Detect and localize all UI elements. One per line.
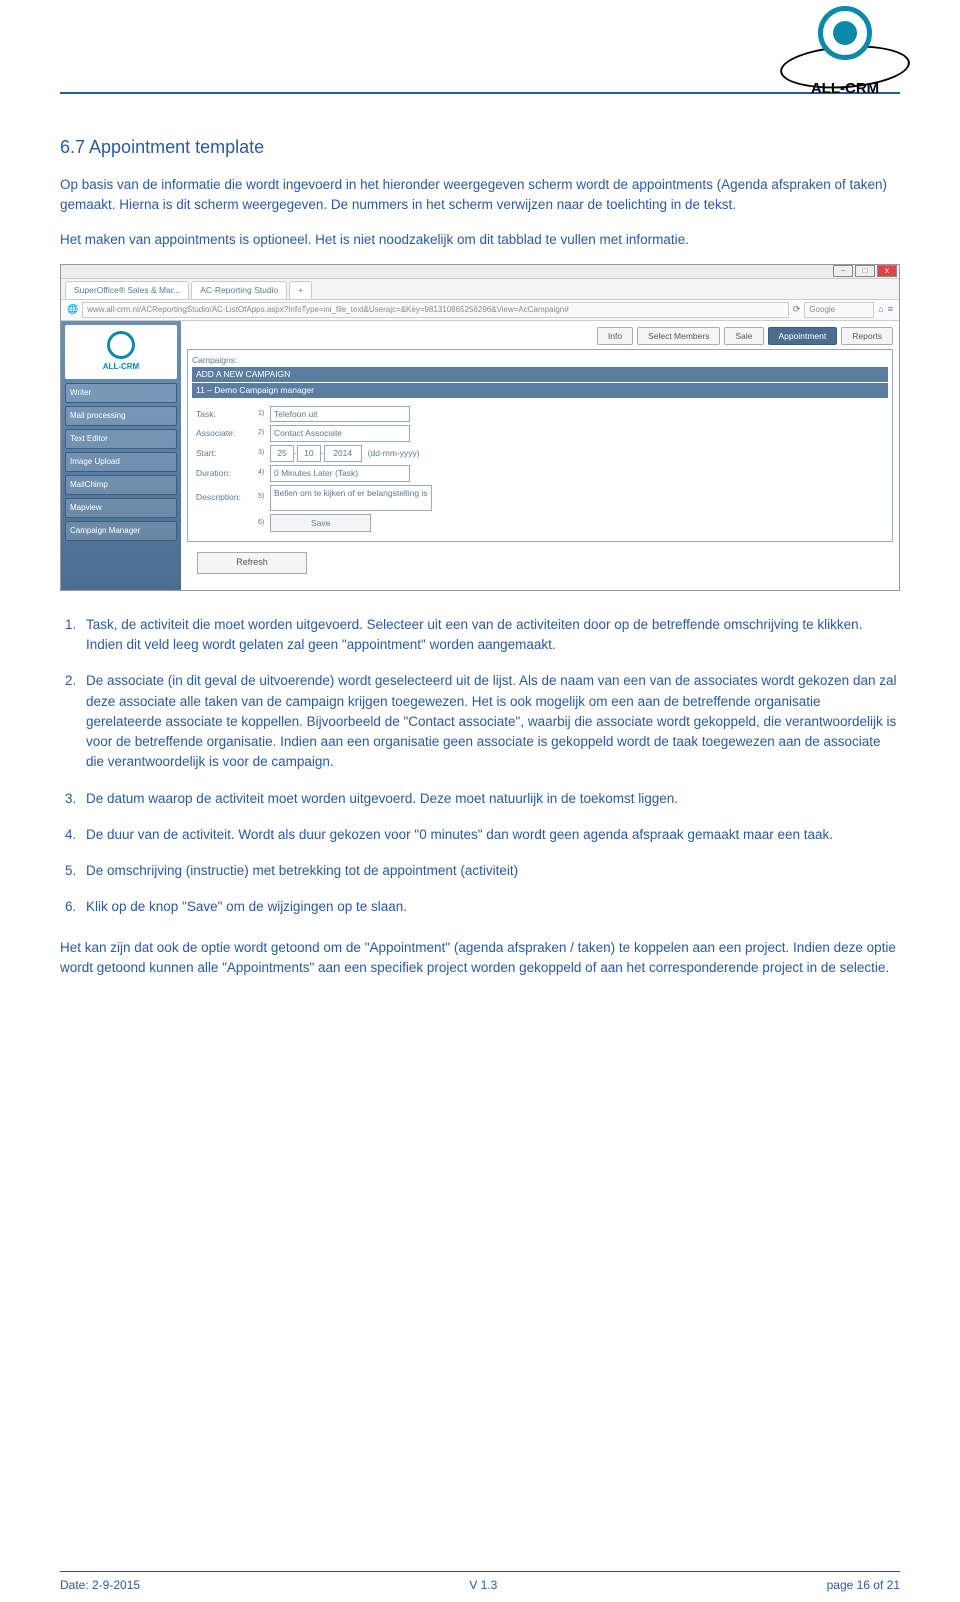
- refresh-button[interactable]: Refresh: [197, 552, 307, 574]
- tab-sale[interactable]: Sale: [724, 327, 763, 346]
- sidebar-logo: ALL-CRM: [65, 325, 177, 379]
- campaign-row[interactable]: 11 – Demo Campaign manager: [192, 383, 888, 398]
- sidebar-item-writer[interactable]: Writer: [65, 383, 177, 403]
- intro-paragraph-1: Op basis van de informatie die wordt ing…: [60, 175, 900, 216]
- footer-date: Date: 2-9-2015: [60, 1576, 140, 1594]
- list-item: Task, de activiteit die moet worden uitg…: [80, 615, 900, 656]
- list-item: De duur van de activiteit. Wordt als duu…: [80, 825, 900, 845]
- globe-icon: 🌐: [67, 303, 78, 317]
- task-label: Task:: [196, 408, 258, 421]
- description-label: Description:: [196, 491, 258, 504]
- list-item: Klik op de knop "Save" om de wijzigingen…: [80, 897, 900, 917]
- sidebar-item-mailchimp[interactable]: MailChimp: [65, 475, 177, 495]
- logo-icon: [818, 6, 872, 60]
- associate-select[interactable]: Contact Associate: [270, 425, 410, 442]
- browser-tab-1[interactable]: SuperOffice® Sales & Mar...: [65, 281, 189, 299]
- close-icon[interactable]: x: [877, 265, 897, 277]
- home-icon[interactable]: ⌂: [878, 303, 883, 317]
- intro-paragraph-2: Het maken van appointments is optioneel.…: [60, 230, 900, 250]
- minimize-icon[interactable]: –: [833, 265, 853, 277]
- start-year[interactable]: 2014: [324, 445, 362, 462]
- sidebar-item-text[interactable]: Text Editor: [65, 429, 177, 449]
- page-title: 6.7 Appointment template: [60, 134, 900, 161]
- list-item: De associate (in dit geval de uitvoerend…: [80, 671, 900, 772]
- list-item: De datum waarop de activiteit moet worde…: [80, 789, 900, 809]
- brand-name: ALL-CRM: [770, 78, 920, 101]
- page-footer: Date: 2-9-2015 V 1.3 page 16 of 21: [60, 1571, 900, 1594]
- closing-paragraph: Het kan zijn dat ook de optie wordt geto…: [60, 938, 900, 979]
- tab-appointment[interactable]: Appointment: [768, 327, 838, 346]
- start-day[interactable]: 25: [270, 445, 294, 462]
- sidebar-item-image[interactable]: Image Upload: [65, 452, 177, 472]
- list-item: De omschrijving (instructie) met betrekk…: [80, 861, 900, 881]
- maximize-icon[interactable]: □: [855, 265, 875, 277]
- start-month[interactable]: 10: [297, 445, 321, 462]
- duration-label: Duration:: [196, 467, 258, 480]
- browser-tab-2[interactable]: AC-Reporting Studio: [191, 281, 287, 299]
- campaigns-label: Campaigns:: [192, 355, 237, 365]
- sidebar: ALL-CRM Writer Mail processing Text Edit…: [61, 321, 181, 590]
- date-hint: (dd-mm-yyyy): [368, 447, 420, 460]
- task-select[interactable]: Telefoon uit: [270, 406, 410, 423]
- tab-info[interactable]: Info: [597, 327, 633, 346]
- tab-select-members[interactable]: Select Members: [637, 327, 720, 346]
- associate-label: Associate:: [196, 427, 258, 440]
- brand-logo: ALL-CRM: [770, 6, 920, 100]
- sidebar-item-campaign[interactable]: Campaign Manager: [65, 521, 177, 541]
- sidebar-item-mapview[interactable]: Mapview: [65, 498, 177, 518]
- embedded-screenshot: – □ x SuperOffice® Sales & Mar... AC-Rep…: [60, 264, 900, 591]
- save-button[interactable]: Save: [270, 514, 371, 533]
- url-bar[interactable]: www.all-crm.nl/ACReportingStudio/AC-List…: [82, 302, 789, 318]
- campaign-add[interactable]: ADD A NEW CAMPAIGN: [192, 367, 888, 382]
- sidebar-item-mail[interactable]: Mail processing: [65, 406, 177, 426]
- start-label: Start:: [196, 447, 258, 460]
- tab-reports[interactable]: Reports: [841, 327, 893, 346]
- footer-version: V 1.3: [469, 1576, 497, 1594]
- browser-tab-new[interactable]: +: [289, 281, 312, 299]
- reload-icon[interactable]: ⟳: [793, 303, 801, 317]
- search-box[interactable]: Google: [804, 302, 874, 318]
- footer-page: page 16 of 21: [827, 1576, 900, 1594]
- instruction-list: Task, de activiteit die moet worden uitg…: [80, 615, 900, 918]
- description-textarea[interactable]: Bellen om te kijken of er belangstelling…: [270, 485, 432, 511]
- menu-icon[interactable]: ≡: [888, 303, 893, 317]
- duration-select[interactable]: 0 Minutes Later (Task): [270, 465, 410, 482]
